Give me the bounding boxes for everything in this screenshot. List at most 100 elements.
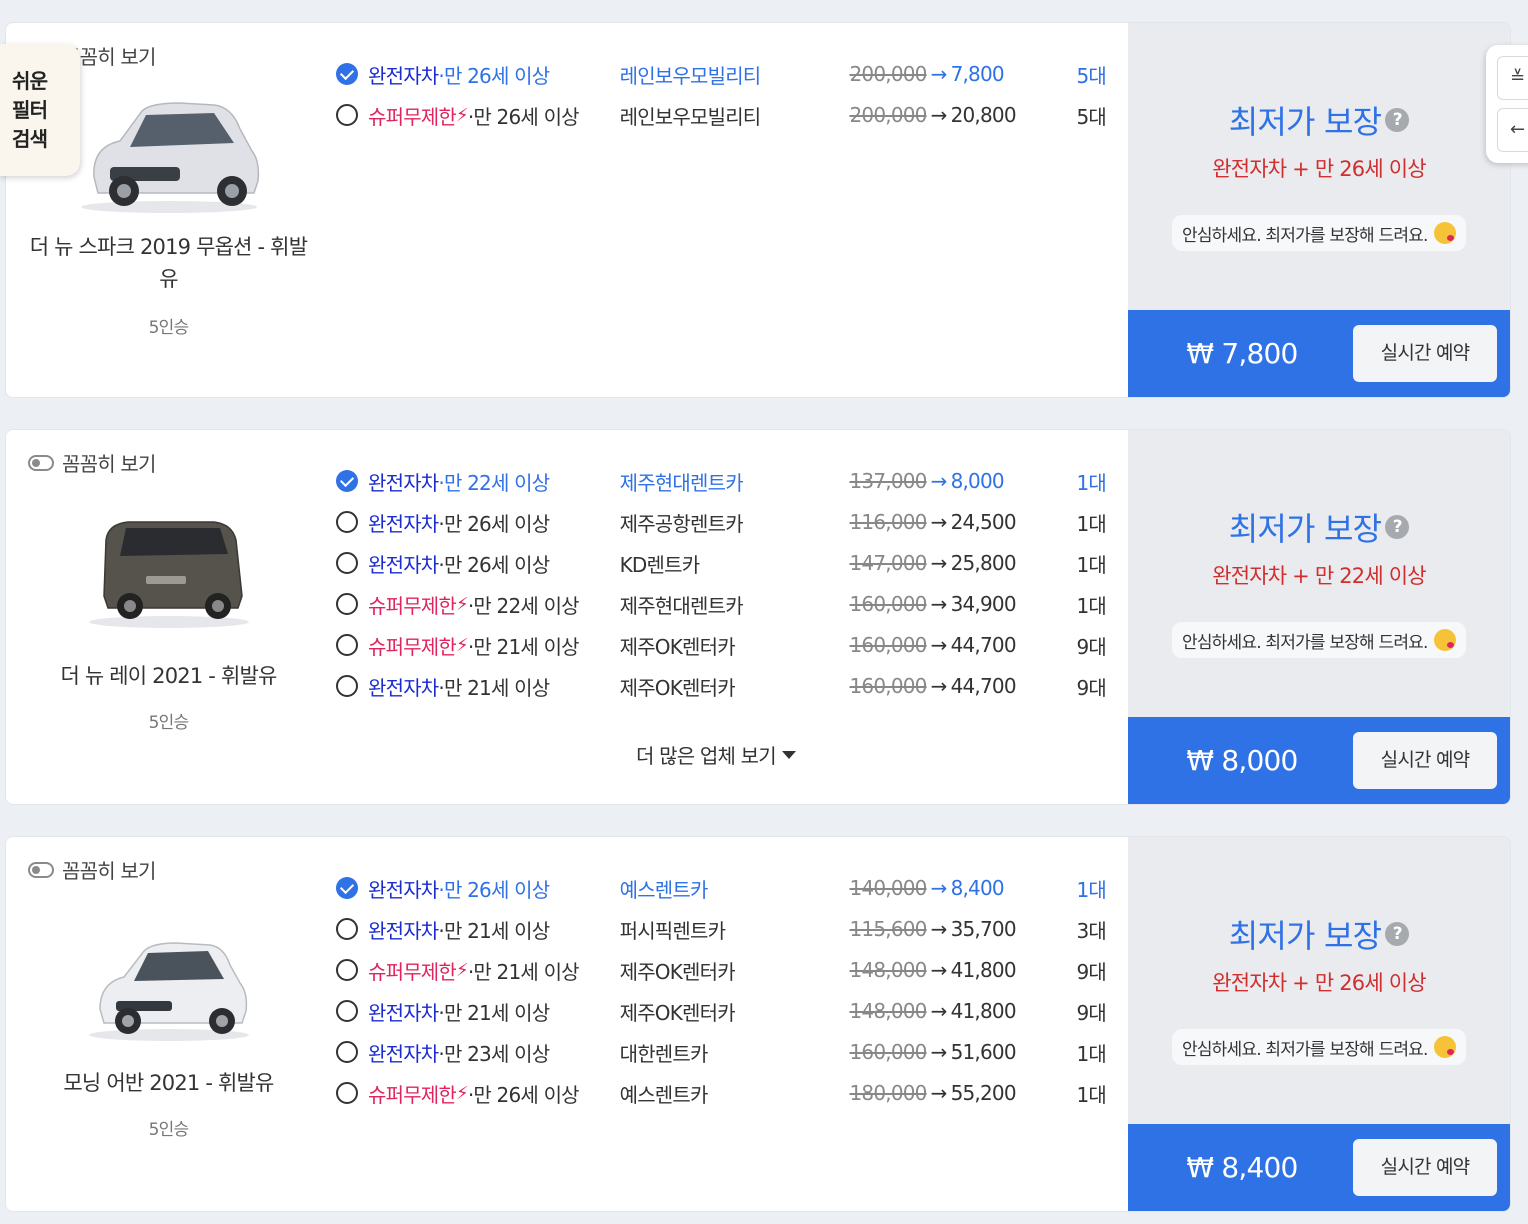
insurance-type: 완전자차 [368,1000,439,1025]
offer-row[interactable]: 완전자차 ·만 26세 이상 제주공항렌트카 116,000 → 24,500 1대 [336,507,1107,537]
age-condition: ·만 22세 이상 [438,470,550,495]
offer-row[interactable]: 슈퍼무제한 ⚡ ·만 21세 이상 제주OK렌터카 160,000 → 44,700 9… [336,630,1107,660]
assurance-badge: 안심하세요. 최저가를 보장해 드려요. [1172,622,1466,658]
original-price: 180,000 [849,1081,927,1105]
easy-filter-button[interactable]: 쉬운 필터 검색 [0,44,80,176]
age-condition: ·만 22세 이상 [467,593,580,618]
filter-settings-icon[interactable]: ≚ [1497,56,1528,100]
vehicle-count: 1대 [1076,877,1106,902]
price: 160,000 → 44,700 [849,633,1076,657]
detail-view-toggle[interactable]: 꼼꼼히 보기 [28,448,156,477]
arrow-right-icon: → [930,469,948,493]
offer-row[interactable]: 슈퍼무제한 ⚡ ·만 22세 이상 제주현대렌트카 160,000 → 34,900 1… [336,589,1107,619]
car-image [89,942,249,1041]
radio-icon[interactable] [336,104,358,126]
radio-icon[interactable] [336,675,358,697]
more-companies-button[interactable]: 더 많은 업체 보기 [636,740,796,769]
original-price: 148,000 [849,958,927,982]
rental-company: KD렌트카 [619,552,701,577]
age-condition: ·만 26세 이상 [438,63,550,88]
insurance-type: 완전자차 [368,1041,439,1066]
insurance-type: 완전자차 [368,511,439,536]
radio-icon[interactable] [336,511,358,533]
original-price: 160,000 [849,592,927,616]
rental-company: 제주OK렌터카 [619,634,736,659]
offer-row[interactable]: 완전자차 ·만 21세 이상 퍼시픽렌트카 115,600 → 35,700 3대 [336,914,1107,944]
insurance-type: 완전자차 [368,877,439,902]
question-icon[interactable]: ? [1385,922,1410,946]
offer-row[interactable]: 완전자차 ·만 26세 이상 KD렌트카 147,000 → 25,800 1대 [336,548,1107,578]
radio-icon[interactable] [336,1000,358,1022]
car-card: 꼼꼼히 보기 더 뉴 레이 2021 - 휘발유 5인승 완전자차 ·만 22세 … [5,429,1511,805]
age-condition: ·만 23세 이상 [438,1041,550,1066]
question-icon[interactable]: ? [1385,515,1410,539]
reserve-button[interactable]: 실시간 예약 [1353,732,1497,789]
radio-icon[interactable] [336,918,358,940]
best-price-title-text: 최저가 보장 [1228,917,1382,955]
radio-icon[interactable] [336,1041,358,1063]
rental-company: 예스렌트카 [619,877,709,902]
rental-company: 제주OK렌터카 [619,1000,736,1025]
radio-checked-icon[interactable] [336,877,358,899]
best-price-panel: 최저가 보장? 완전자차 + 만 26세 이상 안심하세요. 최저가를 보장해 … [1128,837,1510,1211]
radio-icon[interactable] [336,593,358,615]
radio-icon[interactable] [336,634,358,656]
insurance-type: 완전자차 [368,63,439,88]
back-arrow-icon[interactable]: ← [1497,108,1528,152]
radio-icon[interactable] [336,1082,358,1104]
insurance-type: 완전자차 [368,918,439,943]
car-image [89,521,249,628]
rental-company: 제주OK렌터카 [619,675,736,700]
toggle-icon [28,454,54,471]
car-name: 더 뉴 스파크 2019 무옵션 - 휘발유 [29,235,308,291]
total-price: ₩ 7,800 [1186,337,1298,370]
question-icon[interactable]: ? [1385,108,1410,132]
offer-row[interactable]: 슈퍼무제한 ⚡ ·만 26세 이상 예스렌트카 180,000 → 55,200 1대 [336,1078,1107,1108]
sale-price: 7,800 [950,62,1005,86]
car-image [81,102,260,213]
price: 115,600 → 35,700 [849,917,1076,941]
assurance-badge: 안심하세요. 최저가를 보장해 드려요. [1172,1029,1466,1065]
arrow-right-icon: → [930,510,948,534]
assurance-text: 안심하세요. 최저가를 보장해 드려요. [1182,225,1428,246]
sale-price: 20,800 [950,103,1017,127]
vehicle-count: 9대 [1076,634,1106,659]
age-condition: ·만 26세 이상 [438,877,550,902]
radio-checked-icon[interactable] [336,470,358,492]
age-condition: ·만 26세 이상 [467,1082,580,1107]
vehicle-count: 1대 [1076,593,1106,618]
arrow-right-icon: → [930,103,948,127]
offer-row[interactable]: 완전자차 ·만 22세 이상 제주현대렌트카 137,000 → 8,000 1대 [336,466,1107,496]
insurance-type: 완전자차 [368,552,439,577]
insurance-type: 완전자차 [368,675,439,700]
original-price: 115,600 [849,917,927,941]
sale-price: 55,200 [950,1081,1017,1105]
offer-row[interactable]: 슈퍼무제한 ⚡ ·만 21세 이상 제주OK렌터카 148,000 → 41,800 9… [336,955,1107,985]
age-condition: ·만 21세 이상 [467,959,580,984]
sale-price: 34,900 [950,592,1017,616]
best-price-condition: 완전자차 + 만 26세 이상 [1212,971,1426,995]
kiss-emoji-icon [1433,222,1456,244]
offer-row[interactable]: 완전자차 ·만 21세 이상 제주OK렌터카 148,000 → 41,800 9대 [336,996,1107,1026]
reserve-button[interactable]: 실시간 예약 [1353,1139,1497,1196]
sale-price: 41,800 [950,999,1017,1023]
sale-price: 8,400 [950,876,1005,900]
offer-row[interactable]: 완전자차 ·만 21세 이상 제주OK렌터카 160,000 → 44,700 9대 [336,671,1107,701]
offer-row[interactable]: 완전자차 ·만 23세 이상 대한렌트카 160,000 → 51,600 1대 [336,1037,1107,1067]
best-price-title-text: 최저가 보장 [1228,510,1382,548]
radio-icon[interactable] [336,552,358,574]
price: 116,000 → 24,500 [849,510,1076,534]
sale-price: 44,700 [950,633,1017,657]
offer-row[interactable]: 슈퍼무제한 ⚡ ·만 26세 이상 레인보우모빌리티 200,000 → 20,800 … [336,100,1107,130]
lightning-icon: ⚡ [456,104,469,126]
car-name: 모닝 어반 2021 - 휘발유 [63,1071,274,1095]
insurance-type: 슈퍼무제한 [368,1082,457,1107]
price-bar: ₩ 8,000 실시간 예약 [1128,717,1510,804]
vehicle-count: 9대 [1076,675,1106,700]
reserve-button[interactable]: 실시간 예약 [1353,325,1497,382]
offer-row[interactable]: 완전자차 ·만 26세 이상 예스렌트카 140,000 → 8,400 1대 [336,873,1107,903]
radio-checked-icon[interactable] [336,63,358,85]
radio-icon[interactable] [336,959,358,981]
offer-row[interactable]: 완전자차 ·만 26세 이상 레인보우모빌리티 200,000 → 7,800 5대 [336,59,1107,89]
detail-view-toggle[interactable]: 꼼꼼히 보기 [28,855,156,884]
